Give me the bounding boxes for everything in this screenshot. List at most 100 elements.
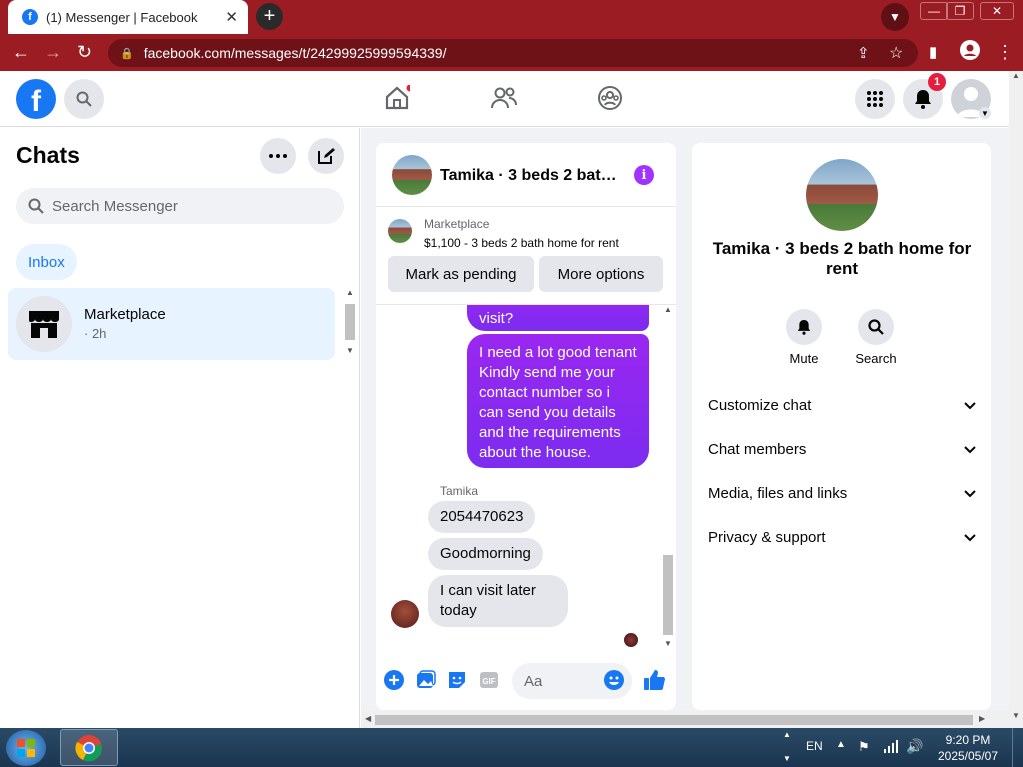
chrome-icon [75,734,102,761]
network-icon[interactable] [884,739,898,758]
back-icon[interactable]: ← [12,42,30,63]
home-icon[interactable] [382,83,412,113]
search-conversation-button[interactable]: Search [846,309,906,366]
info-icon[interactable]: i [634,165,654,185]
outgoing-message: I need a lot good tenant Kindly send me … [467,334,649,468]
share-icon[interactable]: ⇪ [857,44,870,62]
show-desktop-button[interactable] [1012,728,1023,767]
sticker-icon[interactable] [446,669,468,691]
language-indicator[interactable]: EN [806,739,823,753]
tab-search-button[interactable]: ▼ [881,3,909,31]
lock-icon: 🔒 [120,47,134,60]
customize-chat-section[interactable]: Customize chat [708,383,976,427]
show-hidden-icons[interactable]: ▲ [836,739,846,750]
emoji-icon[interactable] [603,669,625,691]
section-label: Privacy & support [708,528,826,546]
section-label: Chat members [708,440,807,458]
search-placeholder: Search Messenger [52,197,178,215]
facebook-favicon-icon: f [22,9,38,25]
browser-tab-bar: f (1) Messenger | Facebook ✕ + ▼ — ❐ ✕ [0,0,1023,34]
friends-icon[interactable] [489,83,519,113]
new-tab-button[interactable]: + [256,3,283,30]
conversation-header: Tamika · 3 beds 2 bat… i [376,143,676,207]
volume-icon[interactable]: 🔊 [906,738,923,755]
new-message-icon[interactable] [308,138,344,174]
chat-name: Marketplace [84,306,166,323]
privacy-support-section[interactable]: Privacy & support [708,515,976,559]
browser-tab[interactable]: f (1) Messenger | Facebook ✕ [8,0,248,34]
details-title: Tamika · 3 beds 2 bath home for rent [712,239,972,278]
search-icon[interactable] [64,79,104,119]
action-center-flag-icon[interactable]: ⚑ [858,739,870,755]
message-composer: GIF Aa [376,663,676,699]
section-label: Customize chat [708,396,812,414]
chevron-down-icon[interactable]: ▼ [979,107,991,119]
tray-scroll-down-icon[interactable]: ▼ [783,754,791,763]
reload-icon[interactable]: ↻ [77,42,92,63]
scrollbar-thumb[interactable] [375,715,973,725]
photo-icon[interactable] [415,669,437,691]
listing-thumbnail[interactable] [388,219,412,243]
messenger-search-input[interactable]: Search Messenger [16,188,344,224]
chevron-down-icon [964,397,976,414]
more-options-button[interactable]: More options [539,256,663,292]
tray-scroll-up-icon[interactable]: ▲ [783,730,791,739]
browser-menu-icon[interactable]: ⋮ [996,42,1014,63]
listing-title[interactable]: $1,100 - 3 beds 2 bath home for rent [424,236,619,250]
incoming-message: 2054470623 [428,501,536,533]
facebook-logo-icon[interactable]: f [16,79,56,119]
mute-button[interactable]: Mute [774,309,834,366]
menu-grid-icon[interactable] [855,79,895,119]
chats-panel: Chats Search Messenger Inbox Marketplace… [0,128,360,728]
more-options-icon[interactable] [260,138,296,174]
chat-list-item[interactable]: Marketplace · 2h [8,288,335,360]
conversation-details-panel: Tamika · 3 beds 2 bath home for rent Mut… [692,143,991,710]
svg-text:GIF: GIF [482,677,495,686]
inbox-tab[interactable]: Inbox [16,244,77,280]
clock-time: 9:20 PM [945,733,991,747]
gif-icon[interactable]: GIF [478,669,500,691]
incoming-message: Goodmorning [428,538,543,570]
add-more-icon[interactable] [383,669,405,691]
marketplace-label: Marketplace [424,217,490,231]
tab-title: (1) Messenger | Facebook [46,9,198,25]
restore-button[interactable]: ❐ [946,2,974,20]
sender-avatar[interactable] [391,600,419,628]
chevron-down-icon [964,441,976,458]
profile-icon[interactable] [960,40,980,65]
listing-photo[interactable] [806,159,878,231]
chat-time: · 2h [84,326,107,341]
windows-taskbar: ▲ ▼ EN ▲ ⚑ 🔊 9:20 PM 2025/05/07 [0,728,1023,767]
search-icon [858,309,894,345]
horizontal-scrollbar[interactable]: ◀ ▶ [361,711,1009,728]
url-field[interactable]: 🔒 facebook.com/messages/t/24299925999594… [108,39,918,67]
start-button[interactable] [6,730,46,766]
mark-as-pending-button[interactable]: Mark as pending [388,256,534,292]
close-window-button[interactable]: ✕ [980,2,1014,20]
page-scrollbar[interactable]: ▲ ▼ [1009,71,1023,728]
chevron-down-icon [964,485,976,502]
clock[interactable]: 9:20 PM 2025/05/07 [932,733,1004,763]
marketplace-store-icon [16,296,72,352]
close-tab-icon[interactable]: ✕ [225,8,238,26]
facebook-header: f 1 ▼ [0,71,1009,127]
thread-scrollbar[interactable]: ▲ ▼ [660,305,676,650]
search-icon [28,198,44,218]
read-receipt-avatar [624,633,638,647]
media-files-links-section[interactable]: Media, files and links [708,471,976,515]
search-label: Search [855,351,897,366]
bookmark-star-icon[interactable]: ☆ [889,43,903,63]
listing-avatar[interactable] [392,155,432,195]
conversation-title[interactable]: Tamika · 3 beds 2 bat… [440,167,620,185]
address-bar-row: ← → ↻ 🔒 facebook.com/messages/t/24299925… [0,34,1023,71]
chat-list-scrollbar[interactable]: ▲ ▼ [343,288,357,360]
groups-icon[interactable] [595,83,625,113]
side-panel-icon[interactable]: ▮ [929,43,937,61]
minimize-button[interactable]: — [920,2,948,20]
chrome-taskbar-button[interactable] [60,729,118,766]
incoming-message: I can visit later today [428,575,568,627]
forward-icon[interactable]: → [44,42,62,63]
chat-members-section[interactable]: Chat members [708,427,976,471]
bell-icon [786,309,822,345]
thumbs-up-icon[interactable] [642,668,666,692]
